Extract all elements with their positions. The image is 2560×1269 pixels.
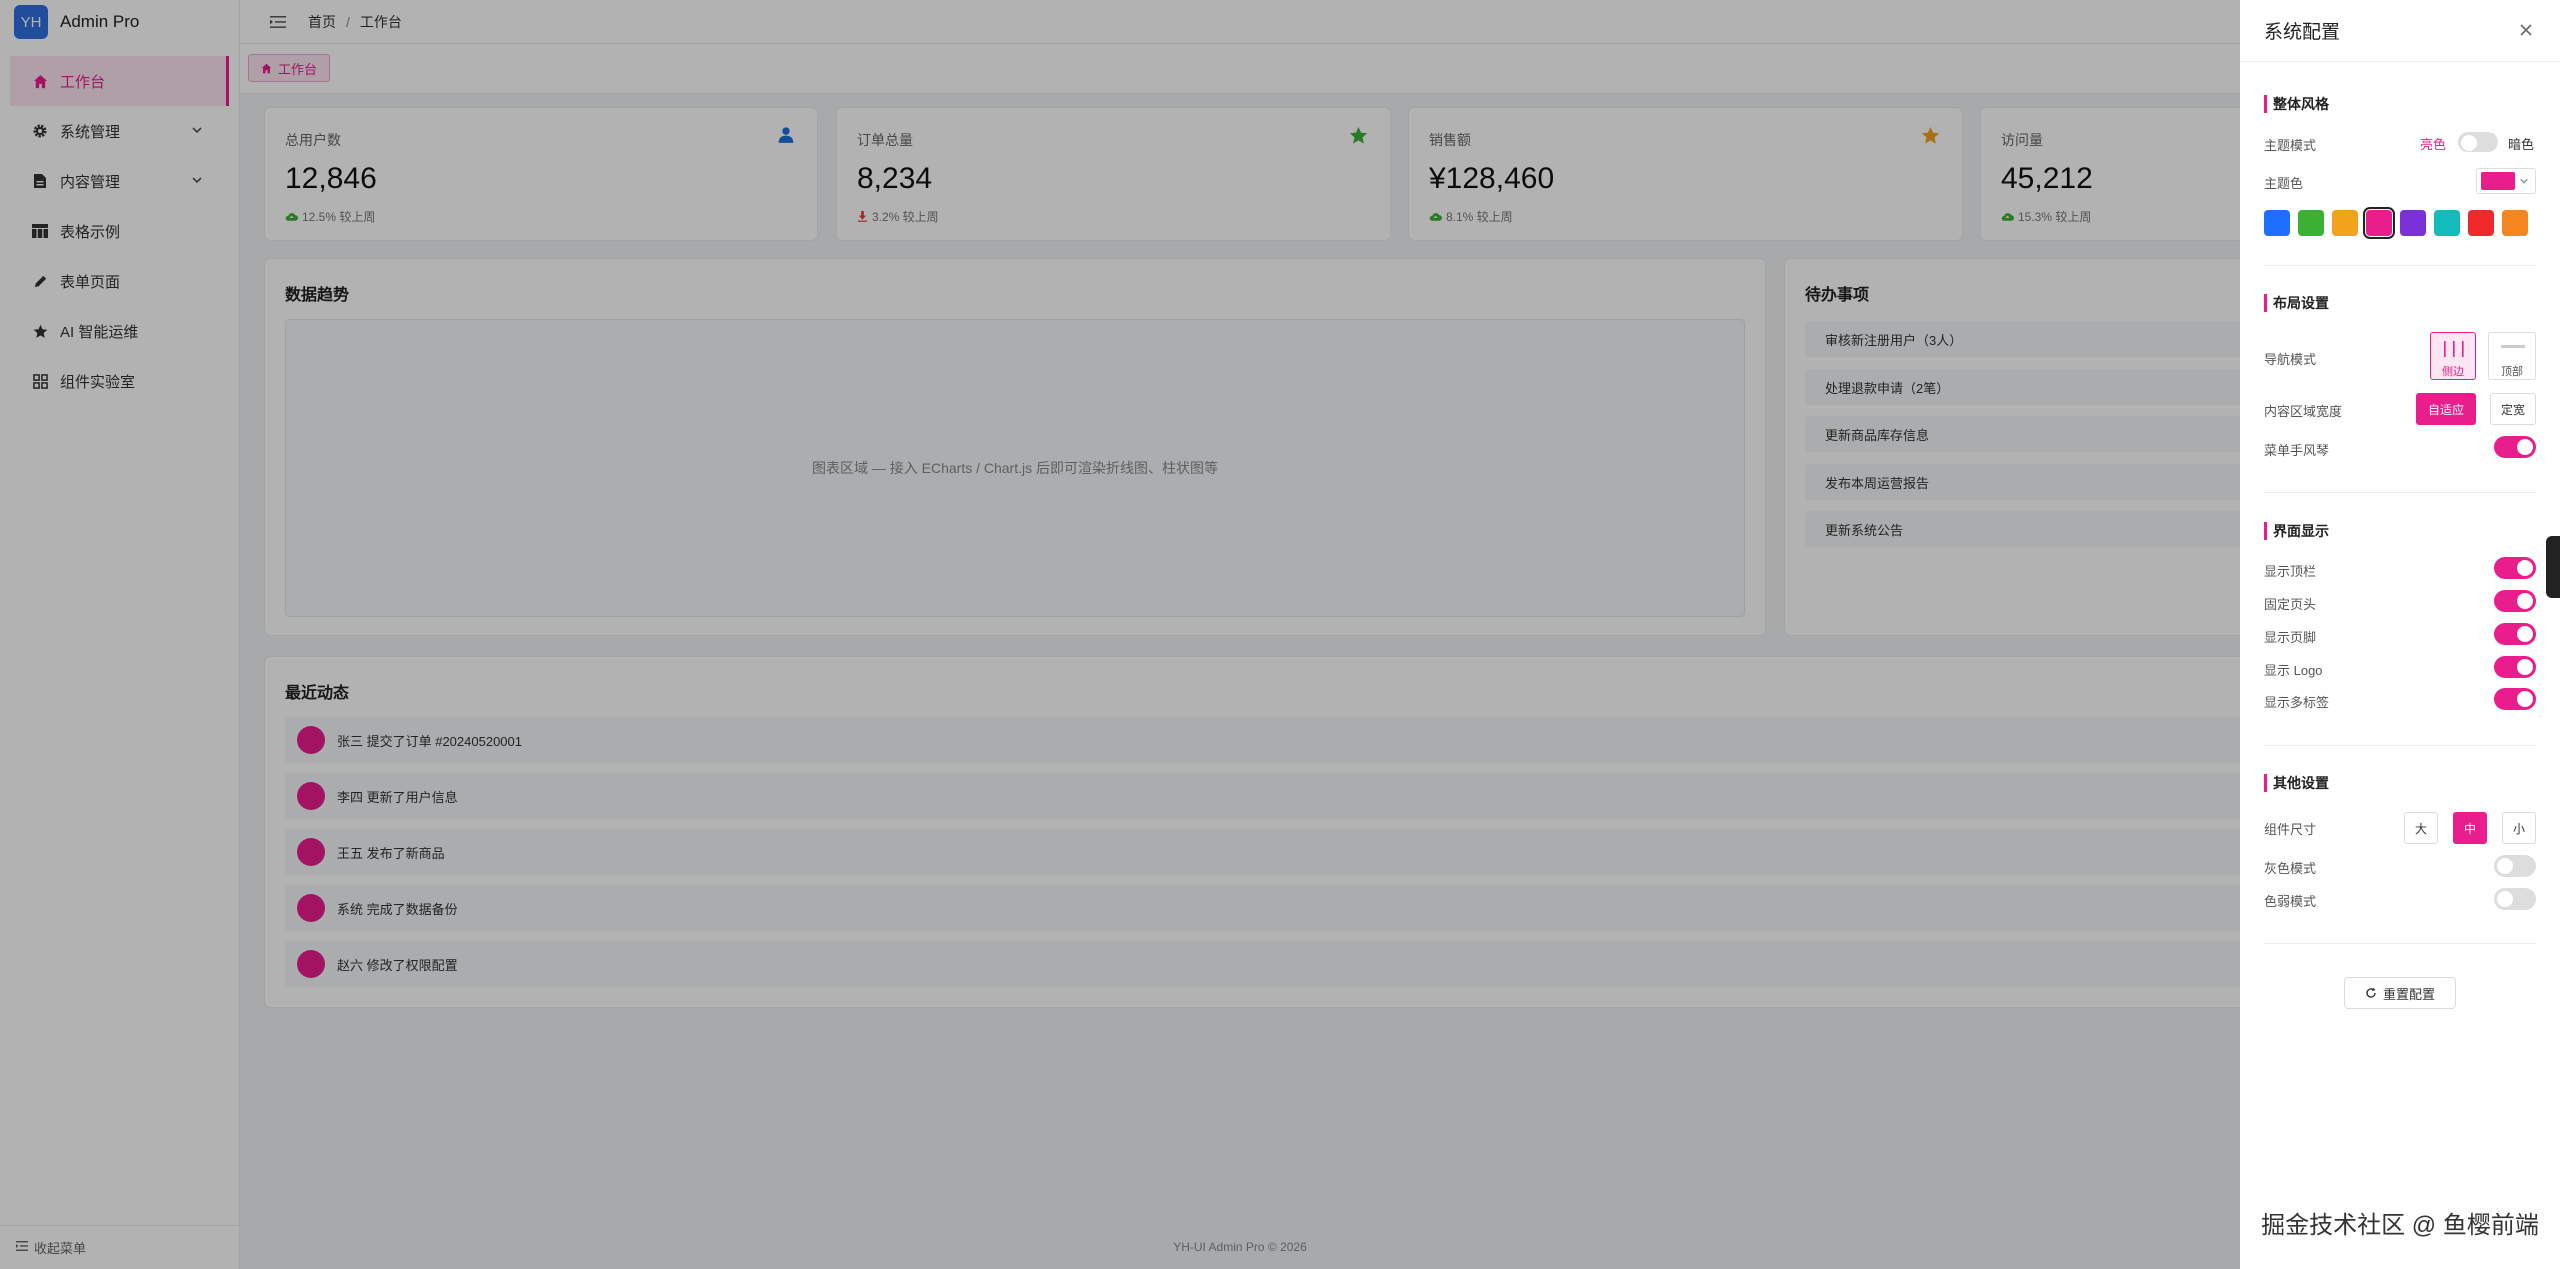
theme-color-picker[interactable] xyxy=(2476,168,2536,194)
refresh-icon xyxy=(2365,987,2377,999)
close-icon[interactable] xyxy=(2516,20,2536,40)
size-small-button[interactable]: 小 xyxy=(2502,812,2536,844)
divider xyxy=(2264,265,2536,266)
side-layout-icon xyxy=(2444,341,2464,357)
drawer-mask[interactable] xyxy=(0,0,2240,1269)
show-topbar-toggle[interactable] xyxy=(2494,557,2536,579)
settings-drawer: 系统配置 整体风格 主题模式 亮色 暗色 主题色 布局设置 导航模式 侧边 顶部… xyxy=(2240,0,2560,1269)
chevron-down-icon xyxy=(2519,176,2529,186)
watermark: 掘金技术社区 @ 鱼樱前端 xyxy=(2261,1212,2539,1239)
drawer-header: 系统配置 xyxy=(2240,0,2560,62)
content-width-fluid-button[interactable]: 自适应 xyxy=(2416,393,2476,425)
reset-config-button[interactable]: 重置配置 xyxy=(2344,977,2456,1009)
nav-option-label: 顶部 xyxy=(2501,366,2523,378)
light-mode-label: 亮色 xyxy=(2420,137,2447,152)
theme-mode-label: 主题模式 xyxy=(2264,138,2317,153)
show-logo-toggle[interactable] xyxy=(2494,656,2536,678)
color-swatch-green[interactable] xyxy=(2298,210,2324,236)
component-size-label: 组件尺寸 xyxy=(2264,822,2317,837)
accordion-toggle[interactable] xyxy=(2494,436,2536,458)
divider xyxy=(2264,943,2536,944)
color-swatch-pink[interactable] xyxy=(2363,207,2395,239)
show-tabs-label: 显示多标签 xyxy=(2264,695,2330,710)
fixed-header-toggle[interactable] xyxy=(2494,590,2536,612)
content-width-label: 内容区域宽度 xyxy=(2264,404,2343,419)
nav-mode-label: 导航模式 xyxy=(2264,352,2317,367)
section-title-layout: 布局设置 xyxy=(2264,294,2329,312)
floating-side-tab[interactable] xyxy=(2546,536,2560,598)
color-swatch-red[interactable] xyxy=(2468,210,2494,236)
show-logo-label: 显示 Logo xyxy=(2264,663,2323,678)
section-title-other: 其他设置 xyxy=(2264,774,2329,792)
nav-mode-side-option[interactable]: 侧边 xyxy=(2430,332,2476,380)
accordion-label: 菜单手风琴 xyxy=(2264,443,2330,458)
color-swatch-purple[interactable] xyxy=(2400,210,2426,236)
gray-mode-label: 灰色模式 xyxy=(2264,861,2317,876)
nav-mode-top-option[interactable]: 顶部 xyxy=(2488,332,2536,380)
current-color-swatch xyxy=(2481,172,2515,190)
color-swatch-blue[interactable] xyxy=(2264,210,2290,236)
weak-color-mode-toggle[interactable] xyxy=(2494,888,2536,910)
show-topbar-label: 显示顶栏 xyxy=(2264,564,2317,579)
dark-mode-toggle[interactable] xyxy=(2458,132,2498,152)
weak-color-mode-label: 色弱模式 xyxy=(2264,894,2317,909)
reset-config-label: 重置配置 xyxy=(2382,986,2435,1002)
content-width-fixed-button[interactable]: 定宽 xyxy=(2490,393,2536,425)
color-swatch-cyan[interactable] xyxy=(2434,210,2460,236)
show-footer-toggle[interactable] xyxy=(2494,623,2536,645)
size-large-button[interactable]: 大 xyxy=(2404,812,2438,844)
divider xyxy=(2264,492,2536,493)
show-tabs-toggle[interactable] xyxy=(2494,688,2536,710)
fixed-header-label: 固定页头 xyxy=(2264,597,2317,612)
size-medium-button[interactable]: 中 xyxy=(2453,812,2487,844)
divider xyxy=(2264,745,2536,746)
nav-option-label: 侧边 xyxy=(2442,366,2464,378)
top-layout-icon xyxy=(2501,345,2525,348)
section-title-style: 整体风格 xyxy=(2264,95,2329,113)
drawer-title: 系统配置 xyxy=(2264,22,2341,43)
color-swatch-amber[interactable] xyxy=(2502,210,2528,236)
dark-mode-label: 暗色 xyxy=(2508,137,2535,152)
theme-color-label: 主题色 xyxy=(2264,176,2304,191)
color-swatch-orange[interactable] xyxy=(2332,210,2358,236)
show-footer-label: 显示页脚 xyxy=(2264,630,2317,645)
gray-mode-toggle[interactable] xyxy=(2494,855,2536,877)
section-title-display: 界面显示 xyxy=(2264,522,2329,540)
